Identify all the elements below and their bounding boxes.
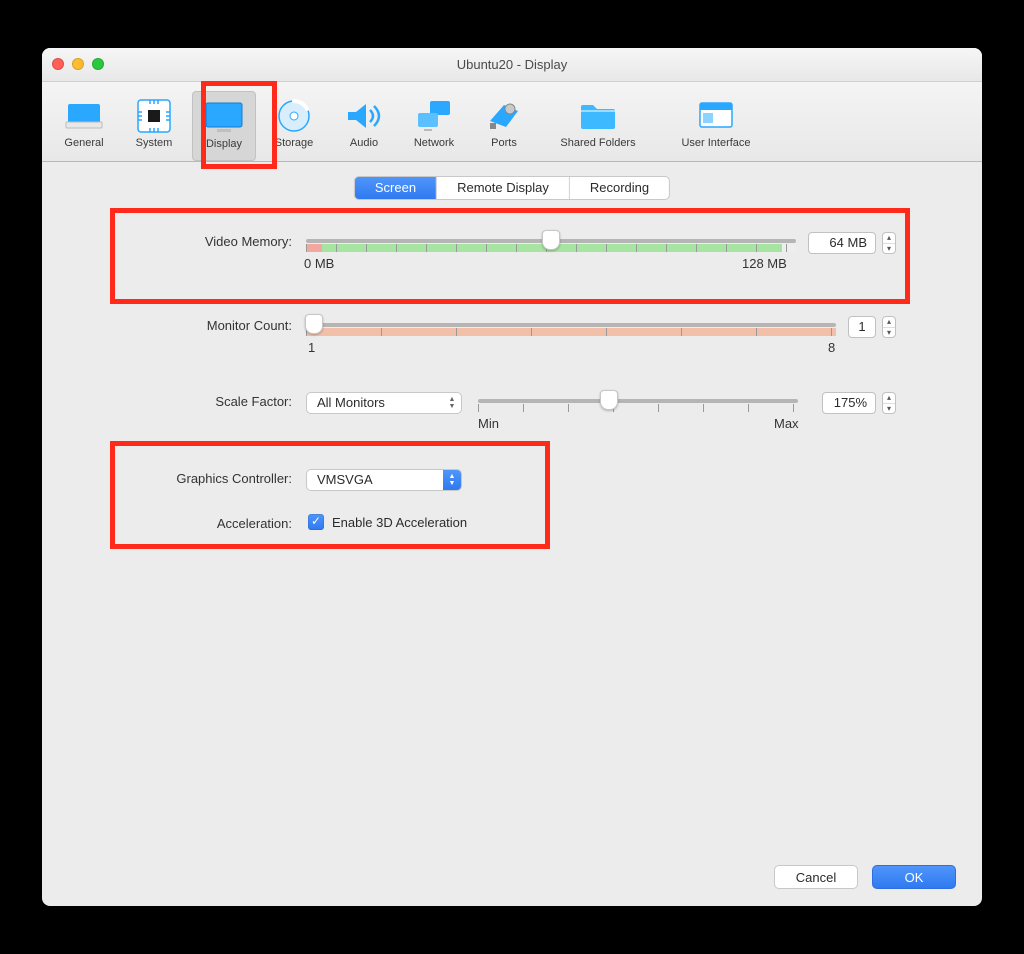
tab-remote-display[interactable]: Remote Display bbox=[437, 177, 570, 199]
zoom-icon[interactable] bbox=[92, 58, 104, 70]
toolbar-item-general[interactable]: General bbox=[52, 91, 116, 161]
graphics-controller-label: Graphics Controller: bbox=[42, 471, 292, 486]
toolbar-label: User Interface bbox=[681, 137, 750, 149]
toolbar-item-system[interactable]: System bbox=[122, 91, 186, 161]
scale-max: Max bbox=[774, 416, 799, 431]
window-controls bbox=[52, 58, 104, 70]
spinner-down-icon[interactable]: ▾ bbox=[883, 328, 895, 338]
toolbar-item-network[interactable]: Network bbox=[402, 91, 466, 161]
toolbar-label: Shared Folders bbox=[560, 137, 635, 149]
display-subtabs: Screen Remote Display Recording bbox=[354, 176, 670, 200]
tab-screen[interactable]: Screen bbox=[355, 177, 437, 199]
monitor-count-label: Monitor Count: bbox=[42, 318, 292, 333]
toolbar-label: Ports bbox=[491, 137, 517, 149]
chevron-updown-icon: ▲▼ bbox=[443, 393, 461, 413]
dialog-footer: Cancel OK bbox=[42, 848, 982, 906]
annotation-highlight bbox=[110, 441, 550, 549]
toolbar-item-display[interactable]: Display bbox=[192, 91, 256, 161]
monitor-count-max: 8 bbox=[828, 340, 835, 355]
monitor-count-min: 1 bbox=[308, 340, 315, 355]
toolbar-label: General bbox=[64, 137, 103, 149]
scale-factor-slider[interactable] bbox=[478, 399, 798, 403]
video-memory-label: Video Memory: bbox=[42, 234, 292, 249]
settings-toolbar: General System bbox=[42, 82, 982, 162]
enable-3d-checkbox[interactable]: ✓ bbox=[308, 514, 324, 530]
toolbar-item-ports[interactable]: Ports bbox=[472, 91, 536, 161]
toolbar-item-user-interface[interactable]: User Interface bbox=[660, 91, 772, 161]
titlebar: Ubuntu20 - Display bbox=[42, 48, 982, 82]
storage-icon bbox=[276, 95, 312, 137]
annotation-highlight bbox=[110, 208, 910, 304]
scale-factor-field[interactable]: 175% bbox=[822, 392, 876, 414]
spinner-down-icon[interactable]: ▾ bbox=[883, 244, 895, 254]
audio-icon bbox=[344, 95, 384, 137]
toolbar-label: System bbox=[136, 137, 173, 149]
scale-factor-thumb[interactable] bbox=[600, 390, 618, 410]
enable-3d-label[interactable]: Enable 3D Acceleration bbox=[332, 515, 467, 530]
dropdown-value: VMSVGA bbox=[317, 472, 373, 487]
dropdown-value: All Monitors bbox=[317, 395, 385, 410]
toolbar-item-audio[interactable]: Audio bbox=[332, 91, 396, 161]
monitor-count-slider[interactable] bbox=[306, 323, 836, 327]
network-icon bbox=[414, 95, 454, 137]
video-memory-min: 0 MB bbox=[304, 256, 334, 271]
monitor-count-thumb[interactable] bbox=[305, 314, 323, 334]
video-memory-spinner[interactable]: ▴ ▾ bbox=[882, 232, 896, 254]
window-title: Ubuntu20 - Display bbox=[42, 57, 982, 72]
display-icon bbox=[203, 96, 245, 138]
monitor-count-spinner[interactable]: ▴ ▾ bbox=[882, 316, 896, 338]
monitor-count-field[interactable]: 1 bbox=[848, 316, 876, 338]
video-memory-field[interactable]: 64 MB bbox=[808, 232, 876, 254]
spinner-up-icon[interactable]: ▴ bbox=[883, 393, 895, 404]
minimize-icon[interactable] bbox=[72, 58, 84, 70]
chevron-updown-icon: ▲▼ bbox=[443, 470, 461, 490]
spinner-up-icon[interactable]: ▴ bbox=[883, 317, 895, 328]
tab-recording[interactable]: Recording bbox=[570, 177, 669, 199]
acceleration-label: Acceleration: bbox=[42, 516, 292, 531]
scale-factor-label: Scale Factor: bbox=[42, 394, 292, 409]
general-icon bbox=[64, 95, 104, 137]
ports-icon bbox=[484, 95, 524, 137]
system-icon bbox=[136, 95, 172, 137]
toolbar-item-shared-folders[interactable]: Shared Folders bbox=[542, 91, 654, 161]
cancel-button[interactable]: Cancel bbox=[774, 865, 858, 889]
graphics-controller-dropdown[interactable]: VMSVGA ▲▼ bbox=[306, 469, 462, 491]
ok-button[interactable]: OK bbox=[872, 865, 956, 889]
toolbar-label: Storage bbox=[275, 137, 314, 149]
ui-icon bbox=[696, 95, 736, 137]
toolbar-label: Display bbox=[206, 138, 242, 150]
scale-factor-spinner[interactable]: ▴ ▾ bbox=[882, 392, 896, 414]
toolbar-item-storage[interactable]: Storage bbox=[262, 91, 326, 161]
scale-monitor-dropdown[interactable]: All Monitors ▲▼ bbox=[306, 392, 462, 414]
toolbar-label: Audio bbox=[350, 137, 378, 149]
spinner-up-icon[interactable]: ▴ bbox=[883, 233, 895, 244]
scale-min: Min bbox=[478, 416, 499, 431]
monitor-count-range bbox=[306, 328, 836, 336]
toolbar-label: Network bbox=[414, 137, 454, 149]
video-memory-max: 128 MB bbox=[742, 256, 787, 271]
video-memory-thumb[interactable] bbox=[542, 230, 560, 250]
spinner-down-icon[interactable]: ▾ bbox=[883, 404, 895, 414]
settings-window: Ubuntu20 - Display General bbox=[42, 48, 982, 906]
folder-icon bbox=[577, 95, 619, 137]
close-icon[interactable] bbox=[52, 58, 64, 70]
